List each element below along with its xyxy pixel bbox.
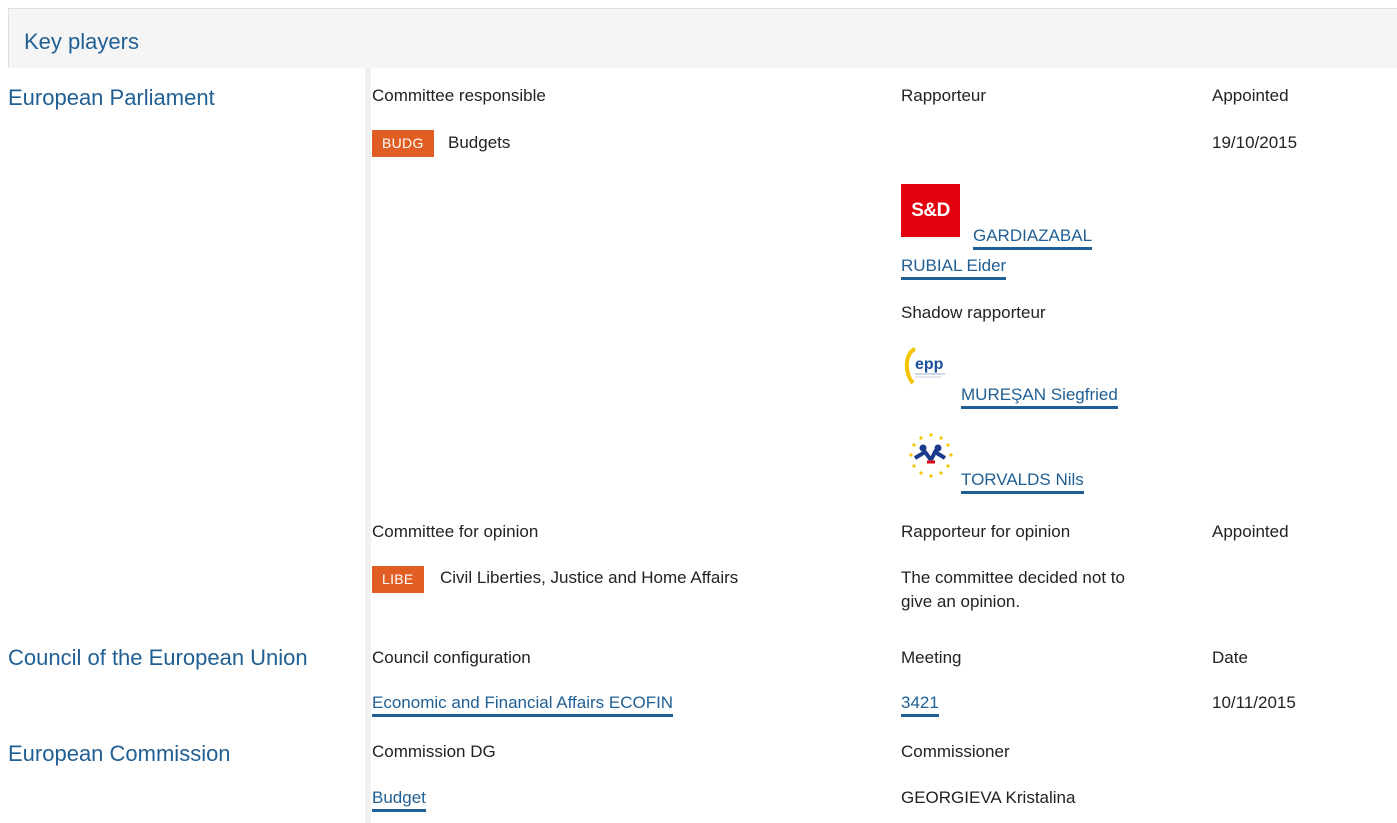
section-header: Key players [8,8,1397,68]
commissioner-name: GEORGIEVA Kristalina [901,788,1076,807]
commissioner-header: Commissioner [901,742,1010,761]
section-title: Key players [24,29,139,54]
appointed-header: Appointed [1212,86,1289,105]
key-players-panel: Key players European Parliament Committe… [0,0,1397,823]
commission-dg-header: Commission DG [372,742,496,761]
rapporteur-name-link[interactable]: GARDIAZABAL [973,226,1093,250]
date-header: Date [1212,648,1248,667]
opinion-note-line2: give an opinion. [901,592,1021,611]
alde-group-logo-icon [901,430,961,488]
commission-dg-cell[interactable]: Budget [372,788,426,812]
council-configuration-link[interactable]: Economic and Financial Affairs ECOFIN [372,693,674,717]
shadow-2[interactable]: TORVALDS Nils [961,470,1084,494]
shadow-rapporteur-label: Shadow rapporteur [901,303,1046,322]
shadow-rapporteur-link-torvalds[interactable]: TORVALDS Nils [961,470,1084,494]
opinion-appointed-header: Appointed [1212,522,1289,541]
epp-group-logo-icon: epp [901,343,961,398]
institution-commission: European Commission [8,741,231,766]
council-config-cell[interactable]: Economic and Financial Affairs ECOFIN [372,693,674,717]
column-divider [365,68,371,823]
rapporteur-for-opinion-header: Rapporteur for opinion [901,522,1071,541]
institution-council: Council of the European Union [8,645,308,670]
committee-name-libe: Civil Liberties, Justice and Home Affair… [440,568,739,587]
institution-european-parliament: European Parliament [8,85,215,110]
rapporteur-header: Rapporteur [901,86,987,105]
commission-dg-link[interactable]: Budget [372,788,426,812]
sd-group-logo-icon: S&D [901,184,960,237]
committee-badge-budg: BUDG [372,130,434,157]
shadow-rapporteur-link-muresan[interactable]: MUREŞAN Siegfried [961,385,1118,409]
committee-name-budgets: Budgets [448,133,511,152]
rapporteur-link-line2[interactable]: RUBIAL Eider [901,256,1007,280]
svg-text:epp: epp [915,356,944,373]
council-date: 10/11/2015 [1212,693,1296,712]
committee-responsible-header: Committee responsible [372,86,546,105]
shadow-1[interactable]: MUREŞAN Siegfried [961,385,1118,409]
opinion-note-line1: The committee decided not to [901,568,1125,587]
meeting-number-link[interactable]: 3421 [901,693,939,717]
rapporteur-name-link-cont[interactable]: RUBIAL Eider [901,256,1007,280]
appointed-date: 19/10/2015 [1212,133,1298,152]
council-configuration-header: Council configuration [372,648,531,667]
meeting-header: Meeting [901,648,962,667]
committee-for-opinion-header: Committee for opinion [372,522,539,541]
committee-badge-libe: LIBE [372,566,424,593]
rapporteur-link-line1[interactable]: GARDIAZABAL [973,226,1093,250]
meeting-cell[interactable]: 3421 [901,693,939,717]
